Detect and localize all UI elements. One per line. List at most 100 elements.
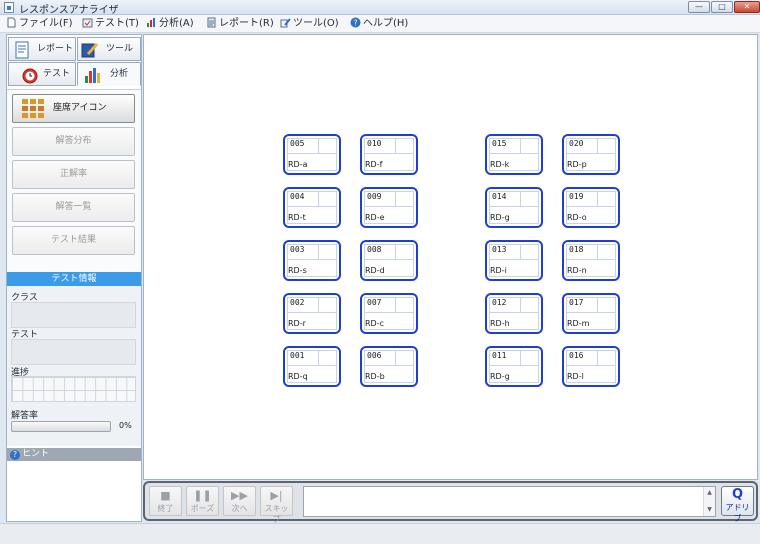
skip-icon: ▶| <box>270 489 283 502</box>
skip-button[interactable]: ▶| スキップ <box>260 486 293 524</box>
seat-number: 010 <box>367 139 382 148</box>
menu-file[interactable]: ファイル(F) <box>6 17 73 31</box>
scroll-down-icon[interactable]: ▼ <box>704 506 715 513</box>
seat-card[interactable]: 005 RD-a <box>283 134 341 175</box>
seat-name: RD-o <box>567 213 587 222</box>
seat-card[interactable]: 001 RD-q <box>283 346 341 387</box>
next-icon: ▶▶ <box>231 489 248 502</box>
seat-name: RD-r <box>288 319 306 328</box>
title-bar: レスポンスアナライザ — □ ✕ <box>0 0 760 16</box>
answer-rate-label: 解答率 <box>11 411 39 421</box>
end-button[interactable]: ■ 終了 <box>149 486 182 516</box>
hint-bar[interactable]: ? ヒント <box>7 448 141 461</box>
seat-cell <box>598 350 616 366</box>
seat-icon-button[interactable]: 座席アイコン <box>12 94 135 123</box>
seat-name: RD-q <box>288 372 308 381</box>
minimize-button[interactable]: — <box>688 1 710 13</box>
seat-card[interactable]: 014 RD-g <box>485 187 543 228</box>
tab-report[interactable]: レポート <box>8 37 76 61</box>
menu-analysis[interactable]: 分析(A) <box>146 17 194 31</box>
svg-text:?: ? <box>353 19 357 28</box>
seat-name: RD-i <box>490 266 507 275</box>
pause-button[interactable]: ❚❚ ポーズ <box>186 486 219 516</box>
seat-number: 020 <box>569 139 584 148</box>
adlib-button[interactable]: Q アドリブ <box>721 486 754 523</box>
seat-card[interactable]: 004 RD-t <box>283 187 341 228</box>
seats-icon <box>22 99 44 118</box>
seat-name: RD-d <box>365 266 385 275</box>
seat-name: RD-s <box>288 266 307 275</box>
seat-number: 011 <box>492 351 507 360</box>
seat-card[interactable]: 006 RD-b <box>360 346 418 387</box>
seat-name: RD-t <box>288 213 306 222</box>
class-value <box>11 302 136 328</box>
seat-card[interactable]: 017 RD-m <box>562 293 620 334</box>
seat-card[interactable]: 002 RD-r <box>283 293 341 334</box>
seat-cell <box>598 297 616 313</box>
seat-cell <box>396 297 414 313</box>
report-icon <box>15 41 29 59</box>
tab-tool[interactable]: ツール <box>77 37 141 61</box>
seat-cell <box>598 138 616 154</box>
scroll-up-icon[interactable]: ▲ <box>704 489 715 496</box>
tab-analysis[interactable]: 分析 <box>77 62 141 86</box>
seat-number: 009 <box>367 192 382 201</box>
seat-cell <box>319 297 337 313</box>
seat-cell <box>396 244 414 260</box>
seat-card[interactable]: 012 RD-h <box>485 293 543 334</box>
seat-card[interactable]: 019 RD-o <box>562 187 620 228</box>
seat-number: 005 <box>290 139 305 148</box>
seat-name: RD-m <box>567 319 590 328</box>
seat-card[interactable]: 015 RD-k <box>485 134 543 175</box>
seat-number: 019 <box>569 192 584 201</box>
message-scrollbar[interactable]: ▲ ▼ <box>703 487 715 516</box>
menu-bar: ファイル(F) テスト(T) 分析(A) レポート(R) ツール(O) ? ヘルプ… <box>0 15 760 33</box>
seat-card[interactable]: 003 RD-s <box>283 240 341 281</box>
seat-card[interactable]: 009 RD-e <box>360 187 418 228</box>
seat-card[interactable]: 011 RD-g <box>485 346 543 387</box>
seat-card[interactable]: 016 RD-l <box>562 346 620 387</box>
seat-number: 014 <box>492 192 507 201</box>
app-icon <box>4 2 14 13</box>
answer-list-button[interactable]: 解答一覧 <box>12 193 135 222</box>
seat-name: RD-l <box>567 372 584 381</box>
seat-card[interactable]: 018 RD-n <box>562 240 620 281</box>
seat-cell <box>521 350 539 366</box>
seat-number: 012 <box>492 298 507 307</box>
seat-card[interactable]: 008 RD-d <box>360 240 418 281</box>
stop-icon: ■ <box>160 489 171 502</box>
progress-grid <box>11 376 136 402</box>
menu-report[interactable]: レポート(R) <box>206 17 274 31</box>
seat-card[interactable]: 020 RD-p <box>562 134 620 175</box>
window-title: レスポンスアナライザ <box>19 5 119 16</box>
test-result-button[interactable]: テスト結果 <box>12 226 135 255</box>
seat-name: RD-e <box>365 213 385 222</box>
menu-tool[interactable]: ツール(O) <box>280 17 339 31</box>
status-bar <box>0 523 760 544</box>
seat-number: 001 <box>290 351 305 360</box>
answer-distribution-button[interactable]: 解答分布 <box>12 127 135 156</box>
next-button[interactable]: ▶▶ 次へ <box>223 486 256 516</box>
message-box[interactable]: ▲ ▼ <box>303 486 716 517</box>
seat-number: 016 <box>569 351 584 360</box>
close-button[interactable]: ✕ <box>734 1 760 13</box>
pause-icon: ❚❚ <box>193 489 212 502</box>
seat-name: RD-g <box>490 372 510 381</box>
correct-rate-button[interactable]: 正解率 <box>12 160 135 189</box>
file-icon <box>7 17 16 28</box>
seat-number: 002 <box>290 298 305 307</box>
seat-card[interactable]: 013 RD-i <box>485 240 543 281</box>
analysis-chart-icon <box>85 68 100 83</box>
seat-number: 003 <box>290 245 305 254</box>
seat-cell <box>319 191 337 207</box>
seat-card[interactable]: 007 RD-c <box>360 293 418 334</box>
seat-card[interactable]: 010 RD-f <box>360 134 418 175</box>
test-value <box>11 339 136 365</box>
tab-test[interactable]: テスト <box>8 62 76 86</box>
test-clock-icon <box>22 68 38 84</box>
seat-number: 007 <box>367 298 382 307</box>
menu-help[interactable]: ? ヘルプ(H) <box>350 17 408 31</box>
hint-icon: ? <box>10 450 20 460</box>
maximize-button[interactable]: □ <box>711 1 733 13</box>
menu-test[interactable]: テスト(T) <box>82 17 139 31</box>
